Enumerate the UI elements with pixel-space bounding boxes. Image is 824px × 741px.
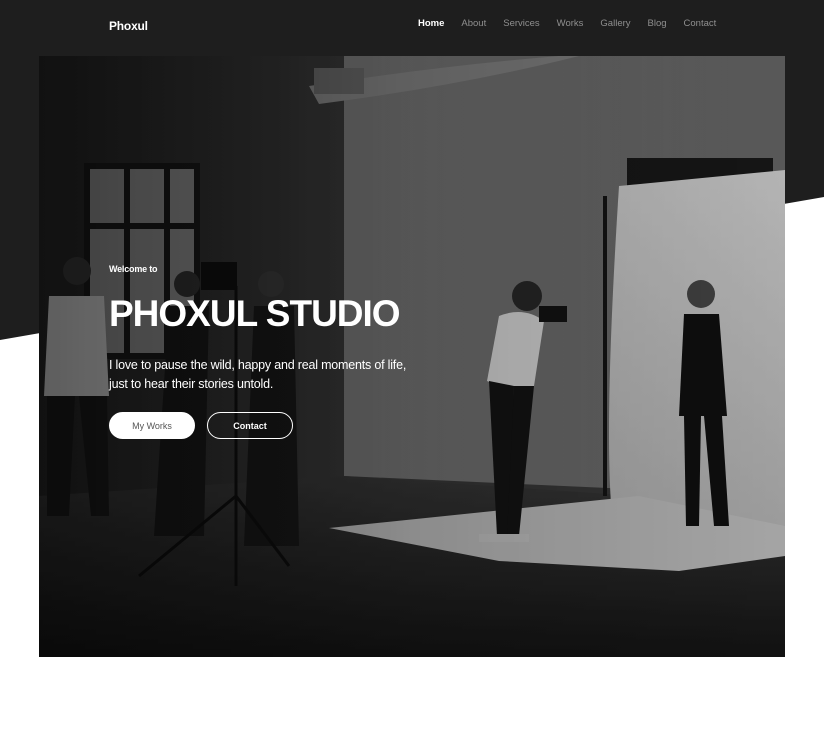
nav-item-about[interactable]: About (461, 18, 486, 29)
nav-item-blog[interactable]: Blog (648, 18, 667, 29)
my-works-button[interactable]: My Works (109, 412, 195, 439)
contact-button[interactable]: Contact (207, 412, 293, 439)
nav-item-home[interactable]: Home (418, 18, 444, 29)
top-navigation: Phoxul Home About Services Works Gallery… (0, 0, 824, 56)
hero-title: PHOXUL STUDIO (109, 293, 401, 334)
hero-tagline-line-2: just to hear their stories untold. (109, 377, 274, 391)
hero-section: Welcome to PHOXUL STUDIO I love to pause… (39, 56, 785, 657)
nav-item-services[interactable]: Services (503, 18, 539, 29)
hero-tagline-line-1: I love to pause the wild, happy and real… (109, 358, 407, 372)
nav-item-gallery[interactable]: Gallery (600, 18, 630, 29)
hero-eyebrow: Welcome to (109, 264, 158, 274)
hero-buttons: My Works Contact (109, 412, 419, 439)
hero-tagline: I love to pause the wild, happy and real… (109, 356, 419, 394)
nav-item-contact[interactable]: Contact (684, 18, 717, 29)
brand-logo[interactable]: Phoxul (109, 19, 148, 33)
nav-menu: Home About Services Works Gallery Blog C… (418, 18, 716, 29)
hero-content: Welcome to PHOXUL STUDIO I love to pause… (109, 264, 419, 439)
nav-item-works[interactable]: Works (557, 18, 584, 29)
